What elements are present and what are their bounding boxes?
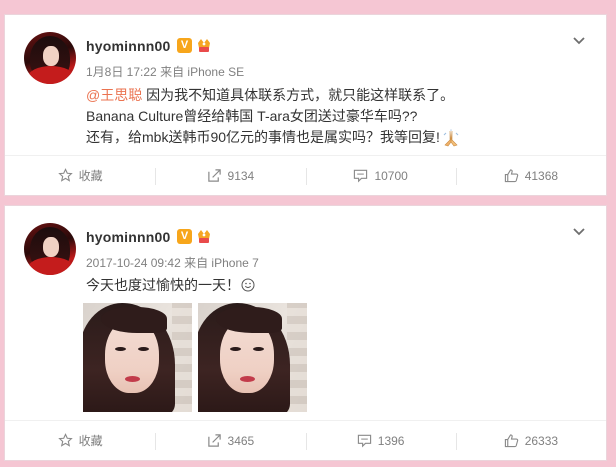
username[interactable]: hyominnn00: [86, 229, 170, 245]
thumbs-up-icon: [504, 434, 518, 448]
post-source: 来自 iPhone 7: [184, 256, 259, 270]
post-meta: 1月8日 17:22 来自 iPhone SE: [86, 63, 244, 80]
member-icon[interactable]: [195, 228, 213, 245]
post-line: 因为我不知道具体联系方式，就只能这样联系了。: [146, 87, 455, 103]
avatar[interactable]: [24, 223, 76, 275]
repost-icon: [207, 434, 221, 447]
repost-button[interactable]: 3465: [155, 421, 305, 460]
post-text: 今天也度过愉快的一天！: [86, 275, 586, 296]
username[interactable]: hyominnn00: [86, 38, 170, 54]
repost-icon: [207, 169, 221, 182]
post-line: Banana Culture曾经给韩国 T-ara女团送过豪华车吗??: [86, 108, 418, 124]
repost-button[interactable]: 9134: [155, 156, 305, 195]
comment-icon: [357, 434, 371, 448]
post-meta: 2017-10-24 09:42 来自 iPhone 7: [86, 254, 259, 271]
like-button[interactable]: 41368: [455, 156, 606, 195]
vip-icon[interactable]: V: [177, 229, 192, 244]
post-timestamp[interactable]: 1月8日 17:22: [86, 65, 157, 79]
mention-link[interactable]: @王思聪: [86, 87, 142, 103]
action-bar: 收藏 3465 1396 26333: [5, 420, 606, 460]
favorite-button[interactable]: 收藏: [5, 421, 155, 460]
post-timestamp[interactable]: 2017-10-24 09:42: [86, 256, 181, 270]
vip-icon[interactable]: V: [177, 38, 192, 53]
avatar[interactable]: [24, 32, 76, 84]
member-icon[interactable]: [195, 37, 213, 54]
thumbs-up-icon: [504, 169, 518, 183]
action-bar: 收藏 9134 10700 41368: [5, 155, 606, 195]
post-line: 还有，给mbk送韩币90亿元的事情也是属实吗？我等回复!: [86, 129, 440, 145]
comment-icon: [354, 169, 368, 183]
star-icon: [57, 433, 73, 447]
star-icon: [57, 168, 73, 182]
comment-button[interactable]: 1396: [305, 421, 456, 460]
post-photo[interactable]: [83, 303, 192, 412]
post-photo[interactable]: [198, 303, 307, 412]
comment-button[interactable]: 10700: [305, 156, 456, 195]
chevron-down-icon[interactable]: [570, 222, 588, 240]
post-source: 来自 iPhone SE: [160, 65, 245, 79]
chevron-down-icon[interactable]: [570, 31, 588, 49]
weibo-post-card: hyominnn00 V 2017-10-24 09:42 来自 iPhone …: [4, 205, 607, 461]
praying-hands-icon: [443, 129, 459, 147]
post-line: 今天也度过愉快的一天！: [86, 277, 240, 293]
favorite-button[interactable]: 收藏: [5, 156, 155, 195]
weibo-post-card: hyominnn00 V 1月8日 17:22 来自 iPhone SE @王思…: [4, 14, 607, 196]
post-text: @王思聪 因为我不知道具体联系方式，就只能这样联系了。 Banana Cultu…: [86, 85, 586, 148]
like-button[interactable]: 26333: [455, 421, 606, 460]
smile-icon: [241, 278, 255, 292]
